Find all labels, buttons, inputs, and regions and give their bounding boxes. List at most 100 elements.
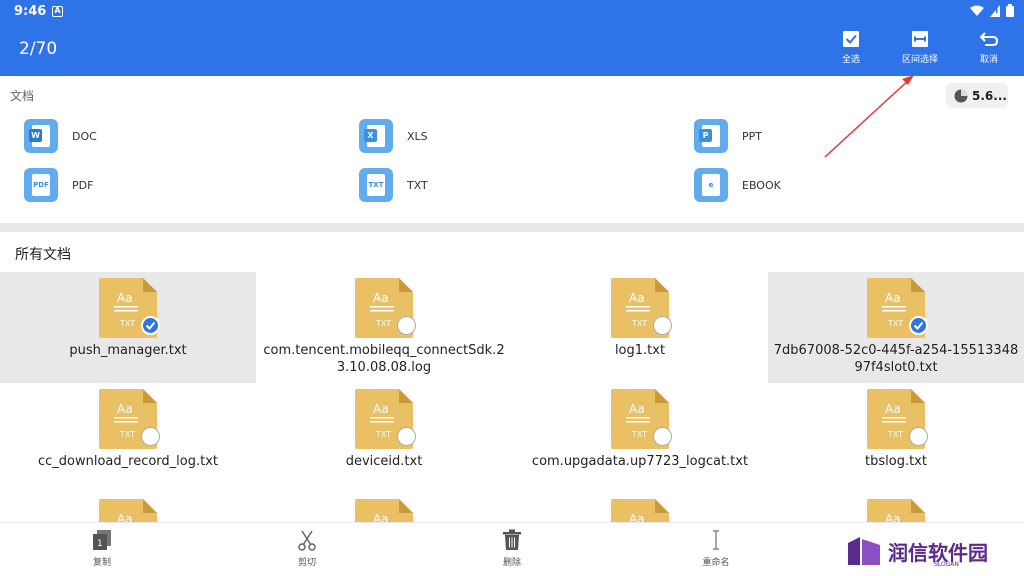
file-icon-aa: Aa xyxy=(373,291,389,305)
file-icon-aa: Aa xyxy=(629,402,645,416)
selection-checkbox[interactable] xyxy=(909,427,928,446)
status-time: 9:46 xyxy=(14,4,47,19)
file-name: log1.txt xyxy=(614,343,666,358)
watermark: 润信软件园 SLOGAN xyxy=(846,535,988,568)
category-xls[interactable]: X XLS xyxy=(359,119,428,153)
documents-section-title: 文档 xyxy=(10,89,35,103)
rename-icon xyxy=(713,530,719,550)
file-name: com.upgadata.up7723_logcat.txt xyxy=(531,454,749,469)
all-documents-title: 所有文档 xyxy=(15,247,71,263)
select-all-label: 全选 xyxy=(841,55,860,65)
file-item[interactable]: Aa TXT log1.txt xyxy=(512,272,768,383)
file-item-partial[interactable]: Aa xyxy=(512,493,768,522)
txt-doc-icon: TXT xyxy=(359,168,393,202)
word-badge: W xyxy=(29,129,42,142)
notification-a-icon: A xyxy=(52,6,63,17)
word-doc-icon: W xyxy=(24,119,58,153)
copy-icon: 1 xyxy=(93,530,111,550)
file-item[interactable]: Aa TXT cc_download_record_log.txt xyxy=(0,383,256,494)
scissors-icon xyxy=(298,530,316,551)
category-xls-label: XLS xyxy=(407,129,428,143)
selection-checkbox[interactable] xyxy=(141,316,160,335)
selection-checkbox[interactable] xyxy=(653,427,672,446)
selection-checkbox[interactable] xyxy=(141,427,160,446)
file-item[interactable]: Aa TXT com.tencent.mobileqq_connectSdk.23.… xyxy=(256,272,512,383)
ppt-doc-icon: P xyxy=(694,119,728,153)
file-item[interactable]: Aa TXT push_manager.txt xyxy=(0,272,256,383)
selection-count: 2/70 xyxy=(19,39,58,59)
file-icon-aa: Aa xyxy=(885,402,901,416)
file-item-partial[interactable]: Aa xyxy=(0,493,256,522)
copy-label: 复制 xyxy=(92,558,111,568)
category-ppt[interactable]: P PPT xyxy=(694,119,762,153)
file-icon-aa: Aa xyxy=(117,402,133,416)
delete-button[interactable]: 删除 xyxy=(482,529,542,568)
category-txt-label: TXT xyxy=(407,178,428,192)
watermark-logo xyxy=(848,537,880,565)
cancel-label: 取消 xyxy=(979,55,998,65)
file-icon-aa: Aa xyxy=(373,512,389,522)
file-icon-txt: TXT xyxy=(119,430,135,439)
file-item[interactable]: Aa TXT com.upgadata.up7723_logcat.txt xyxy=(512,383,768,494)
txt-badge: TXT xyxy=(367,174,385,196)
delete-label: 删除 xyxy=(502,558,521,568)
range-select-icon xyxy=(912,31,928,47)
pdf-doc-icon: PDF xyxy=(24,168,58,202)
category-pdf[interactable]: PDF PDF xyxy=(24,168,93,202)
txt-file-icon: Aa xyxy=(99,499,157,522)
file-icon-aa: Aa xyxy=(885,512,901,522)
copy-button[interactable]: 1 复制 xyxy=(72,529,132,568)
svg-text:1: 1 xyxy=(97,539,103,549)
file-icon-aa: Aa xyxy=(629,291,645,305)
section-divider xyxy=(0,223,1024,232)
cancel-button[interactable]: 取消 xyxy=(959,30,1019,65)
file-item[interactable]: Aa TXT deviceid.txt xyxy=(256,383,512,494)
rename-label: 重命名 xyxy=(702,558,730,568)
file-name: push_manager.txt xyxy=(69,343,187,358)
txt-file-icon: Aa xyxy=(611,499,669,522)
undo-icon xyxy=(979,32,999,46)
cut-label: 剪切 xyxy=(297,558,316,568)
file-item-partial[interactable]: Aa xyxy=(256,493,512,522)
file-icon-txt: TXT xyxy=(631,319,647,328)
trash-icon xyxy=(503,529,521,550)
status-icons xyxy=(970,4,1014,17)
battery-icon xyxy=(1006,4,1014,17)
category-doc[interactable]: W DOC xyxy=(24,119,97,153)
file-item[interactable]: Aa TXT tbslog.txt xyxy=(768,383,1024,494)
pdf-badge: PDF xyxy=(32,174,50,196)
category-ebook[interactable]: e EBOOK xyxy=(694,168,781,202)
file-name: com.tencent.mobileqq_connectSdk.23.10.08… xyxy=(263,343,505,375)
watermark-slogan: SLOGAN xyxy=(934,561,959,568)
file-icon-aa: Aa xyxy=(117,512,133,522)
category-ppt-label: PPT xyxy=(742,129,762,143)
range-select-button[interactable]: 区间选择 xyxy=(890,30,950,65)
file-name: cc_download_record_log.txt xyxy=(37,454,219,469)
selection-checkbox[interactable] xyxy=(397,427,416,446)
selection-checkbox[interactable] xyxy=(653,316,672,335)
selection-toolbar: 9:46 A 2/70 全选 区间选择 取消 xyxy=(0,0,1024,76)
file-name: 7db67008-52c0-445f-a254-1551334897f4slot… xyxy=(773,343,1019,375)
select-all-icon xyxy=(843,31,859,47)
rename-button[interactable]: 重命名 xyxy=(686,529,746,568)
file-item[interactable]: Aa TXT 7db67008-52c0-445f-a254-1551334897f… xyxy=(768,272,1024,383)
file-icon-txt: TXT xyxy=(375,430,391,439)
cut-button[interactable]: 剪切 xyxy=(277,529,337,568)
file-icon-txt: TXT xyxy=(887,319,903,328)
ebook-badge: e xyxy=(702,174,720,196)
ebook-doc-icon: e xyxy=(694,168,728,202)
file-icon-aa: Aa xyxy=(117,291,133,305)
selection-checkbox[interactable] xyxy=(909,316,928,335)
select-all-button[interactable]: 全选 xyxy=(821,30,881,65)
category-ebook-label: EBOOK xyxy=(742,178,781,192)
category-txt[interactable]: TXT TXT xyxy=(359,168,428,202)
storage-chip[interactable]: 5.6... xyxy=(946,83,1008,108)
excel-doc-icon: X xyxy=(359,119,393,153)
file-item-partial[interactable]: Aa xyxy=(768,493,1024,522)
file-icon-txt: TXT xyxy=(631,430,647,439)
file-icon-txt: TXT xyxy=(119,319,135,328)
file-name: deviceid.txt xyxy=(345,454,423,469)
selection-checkbox[interactable] xyxy=(397,316,416,335)
file-icon-txt: TXT xyxy=(375,319,391,328)
app-root: 9:46 A 2/70 全选 区间选择 取消 文档 5.6... W DOC X… xyxy=(0,0,1024,576)
